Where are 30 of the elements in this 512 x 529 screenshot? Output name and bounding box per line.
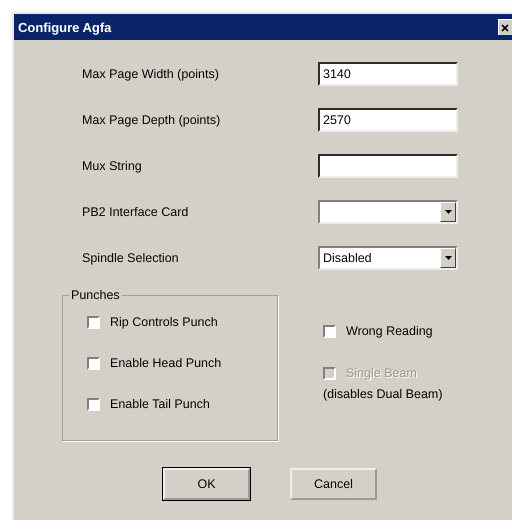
input-field[interactable]: 3140 (318, 62, 458, 86)
close-icon (501, 24, 509, 32)
field-label: Max Page Width (points) (82, 67, 220, 81)
checkbox-label: Wrong Reading (346, 324, 433, 338)
dropdown[interactable] (318, 200, 458, 224)
close-button[interactable] (498, 19, 512, 35)
checkbox-label: Enable Head Punch (110, 356, 222, 370)
checkbox-label: Rip Controls Punch (110, 315, 218, 329)
field-label: PB2 Interface Card (82, 205, 190, 219)
field-label: Spindle Selection (82, 251, 180, 265)
input-field[interactable] (318, 154, 458, 178)
dropdown-arrow-button[interactable] (440, 202, 456, 222)
checkbox[interactable] (87, 356, 100, 370)
checkbox[interactable] (87, 398, 100, 410)
dropdown[interactable]: Disabled (318, 246, 458, 270)
window-title: Configure Agfa (18, 20, 112, 34)
note-text: (disables Dual Beam) (323, 387, 442, 401)
checkbox-label: Enable Tail Punch (110, 397, 210, 411)
checkbox[interactable] (323, 324, 336, 338)
dialog-button[interactable]: Cancel (290, 468, 377, 500)
dialog-button[interactable]: OK (163, 468, 250, 500)
input-field[interactable]: 2570 (318, 108, 458, 132)
checkbox[interactable] (87, 316, 100, 328)
field-label: Mux String (82, 159, 143, 173)
caret-icon (444, 256, 452, 260)
group-title: Punches (69, 288, 122, 302)
checkbox-label: Single Beam (346, 366, 417, 380)
dropdown-arrow-button[interactable] (440, 248, 456, 268)
caret-icon (444, 210, 452, 214)
field-label: Max Page Depth (points) (82, 113, 222, 127)
